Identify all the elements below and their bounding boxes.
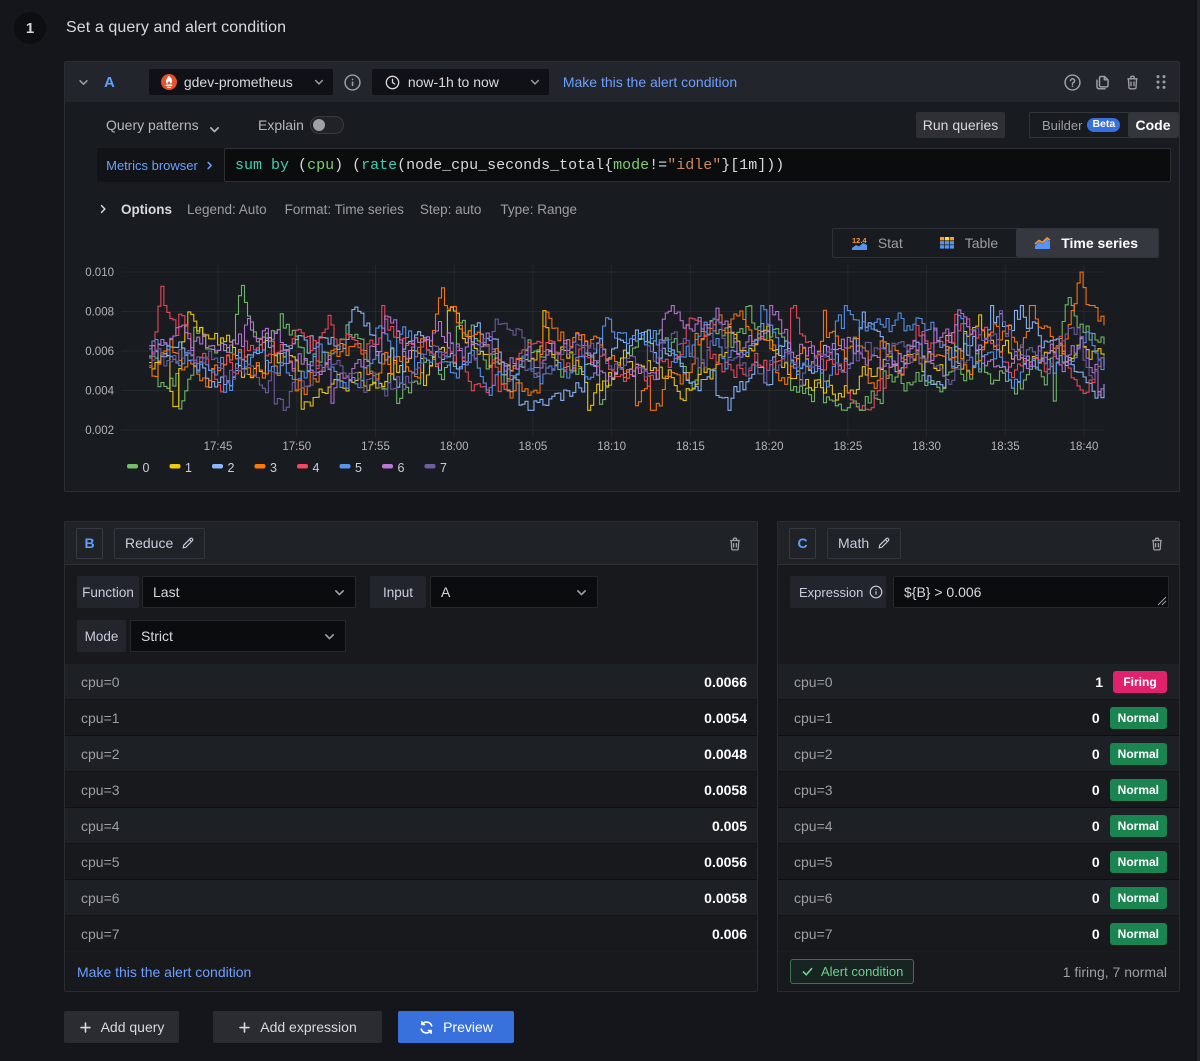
svg-text:18:15: 18:15 <box>676 441 705 453</box>
svg-text:0.010: 0.010 <box>85 267 114 279</box>
svg-text:0.006: 0.006 <box>85 346 114 358</box>
svg-text:18:40: 18:40 <box>1070 441 1099 453</box>
svg-text:0: 0 <box>143 461 150 475</box>
svg-text:17:55: 17:55 <box>361 441 390 453</box>
svg-text:2: 2 <box>228 461 235 475</box>
svg-text:18:25: 18:25 <box>833 441 862 453</box>
svg-text:0.002: 0.002 <box>85 425 114 437</box>
svg-text:18:05: 18:05 <box>519 441 548 453</box>
svg-text:3: 3 <box>270 461 277 475</box>
svg-text:17:50: 17:50 <box>282 441 311 453</box>
svg-text:18:00: 18:00 <box>440 441 469 453</box>
svg-text:18:35: 18:35 <box>991 441 1020 453</box>
svg-text:17:45: 17:45 <box>204 441 233 453</box>
svg-text:18:20: 18:20 <box>755 441 784 453</box>
svg-text:1: 1 <box>185 461 192 475</box>
svg-text:18:10: 18:10 <box>597 441 626 453</box>
svg-text:6: 6 <box>398 461 405 475</box>
svg-text:7: 7 <box>440 461 447 475</box>
svg-text:0.004: 0.004 <box>85 386 114 398</box>
svg-text:18:30: 18:30 <box>912 441 941 453</box>
svg-text:4: 4 <box>313 461 320 475</box>
svg-text:0.008: 0.008 <box>85 307 114 319</box>
svg-text:5: 5 <box>355 461 362 475</box>
svg-text:12.4: 12.4 <box>852 236 867 245</box>
